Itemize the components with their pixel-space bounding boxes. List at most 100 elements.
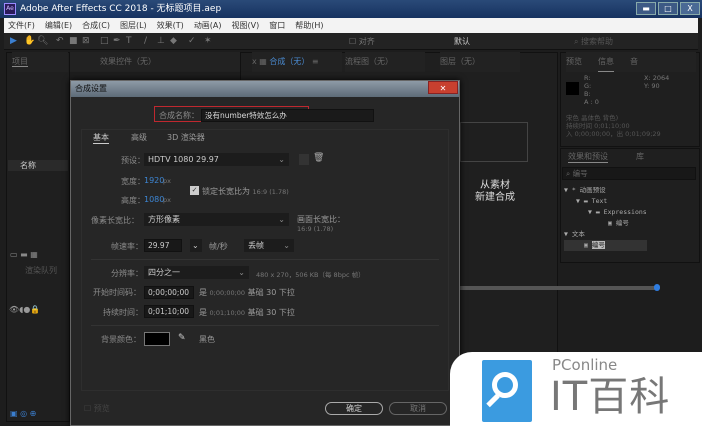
tab-3d-renderer[interactable]: 3D 渲染器 — [167, 132, 205, 143]
ok-button[interactable]: 确定 — [325, 402, 383, 415]
minimize-button[interactable]: ▬ — [636, 2, 656, 15]
new-comp-from-footage[interactable]: 从素材 新建合成 — [465, 180, 525, 204]
save-preset-icon[interactable] — [299, 154, 309, 165]
project-tab[interactable]: 项目 — [12, 52, 68, 72]
bg-color-swatch[interactable] — [144, 332, 170, 346]
resolution-label: 分辨率： — [111, 269, 143, 278]
info-pulldown: 下拉 — [278, 288, 295, 297]
comp-name-input[interactable]: 没有number特效怎么办 — [201, 109, 374, 122]
tab-preview[interactable]: 预览 — [566, 52, 582, 72]
text-icon[interactable]: T — [126, 36, 136, 46]
pan-icon[interactable]: ⊠ — [82, 36, 92, 46]
puppet-icon[interactable]: ✶ — [204, 36, 214, 46]
menu-composition[interactable]: 合成(C) — [82, 18, 110, 33]
resolution-info: 480 x 270，506 KB（每 8bpc 帧） — [256, 271, 365, 279]
lock-aspect-checkbox[interactable]: ✓ — [190, 186, 199, 195]
stamp-icon[interactable]: ⊥ — [157, 36, 167, 46]
resolution-dropdown[interactable]: 四分之一 ⌄ — [144, 266, 249, 279]
chevron-down-icon: ⌄ — [278, 155, 285, 164]
eraser-icon[interactable]: ◆ — [170, 36, 180, 46]
menu-file[interactable]: 文件(F) — [8, 18, 35, 33]
time-indicator-handle[interactable] — [654, 284, 660, 291]
start-timecode-label: 开始时间码： — [93, 288, 141, 297]
pen-icon[interactable]: ✒ — [113, 36, 123, 46]
fps-input[interactable]: 29.97 — [144, 239, 182, 252]
tree-label: 编号 — [591, 241, 605, 249]
title-bar: Adobe After Effects CC 2018 - 无标题项目.aep — [0, 0, 702, 18]
r-value: R: — [584, 74, 591, 82]
menu-animation[interactable]: 动画(A) — [194, 18, 222, 33]
tab-effects-presets[interactable]: 效果和预设 — [568, 151, 608, 163]
width-label: 宽度： — [121, 177, 145, 186]
tab-advanced[interactable]: 高级 — [131, 132, 147, 143]
tree-item[interactable]: ▣ 编号 — [564, 240, 647, 251]
brush-icon[interactable]: / — [144, 36, 154, 46]
tree-item[interactable]: ▼ ▬ Expressions — [564, 207, 647, 218]
effects-search-input[interactable]: ⌕ 编号 — [562, 167, 696, 180]
camera-icon[interactable]: ■ — [69, 36, 79, 46]
tree-label: 文本 — [571, 230, 585, 238]
search-help[interactable]: ⌕ 搜索帮助 — [574, 36, 613, 47]
maximize-button[interactable]: □ — [658, 2, 678, 15]
tab-library[interactable]: 库 — [636, 151, 644, 163]
render-queue-tab[interactable]: 渲染队列 — [25, 265, 57, 276]
b-value: B: — [584, 90, 591, 98]
start-timecode-input[interactable]: 0;00;00;00 — [144, 286, 194, 299]
composition-tab[interactable]: x ▦ 合成（无） ≡ — [252, 52, 342, 72]
menu-view[interactable]: 视图(V) — [232, 18, 260, 33]
tab-audio[interactable]: 音 — [630, 52, 638, 72]
frame-aspect-value: 16:9 (1.78) — [297, 225, 334, 233]
delete-preset-icon[interactable]: 🗑︎ — [313, 153, 324, 163]
dialog-close-button[interactable]: ✕ — [428, 81, 458, 94]
timeline-scrollbar[interactable] — [460, 286, 658, 290]
info-time: 0;00;00;00 — [209, 289, 246, 297]
project-footer-icons[interactable]: ▭ ▬ ▦ — [10, 250, 38, 259]
preset-dropdown[interactable]: HDTV 1080 29.97 ⌄ — [144, 153, 289, 166]
chevron-down-icon: ⌄ — [278, 215, 285, 224]
menu-help[interactable]: 帮助(H) — [295, 18, 323, 33]
menu-edit[interactable]: 编辑(E) — [45, 18, 72, 33]
tree-item[interactable]: ▼ 文本 — [564, 229, 647, 240]
tree-item[interactable]: ▼ ▬ Text — [564, 196, 647, 207]
preview-checkbox[interactable]: ☐ 预览 — [84, 403, 110, 414]
timeline-footer-icons[interactable]: ▣ ◎ ⊕ — [10, 409, 36, 418]
rotate-icon[interactable]: ↶ — [56, 36, 66, 46]
effects-controls-tab[interactable]: 效果控件（无） — [70, 52, 240, 72]
lock-ratio: 16:9 (1.78) — [252, 188, 289, 196]
close-window-button[interactable]: X — [680, 2, 700, 15]
selection-icon[interactable]: ▶ — [10, 36, 20, 46]
info-note: 宋色 晶体色 背色) — [566, 114, 619, 122]
drop-frame-dropdown[interactable]: 丢帧 ⌄ — [244, 239, 294, 252]
height-label: 高度： — [121, 196, 145, 205]
bg-color-label: 背景颜色： — [101, 335, 141, 344]
snap-checkbox[interactable]: ☐ 对齐 — [349, 36, 375, 47]
comp-name-label: 合成名称： — [159, 111, 199, 120]
fps-unit: 帧/秒 — [209, 242, 228, 251]
rect-icon[interactable]: □ — [100, 36, 110, 46]
cancel-button[interactable]: 取消 — [389, 402, 447, 415]
menu-effect[interactable]: 效果(T) — [157, 18, 184, 33]
zoom-icon[interactable]: 🔍︎ — [37, 36, 48, 46]
menu-layer[interactable]: 图层(L) — [120, 18, 147, 33]
hand-icon[interactable]: ✋ — [24, 36, 35, 46]
tree-item[interactable]: ▣ 编号 — [564, 218, 647, 229]
menu-window[interactable]: 窗口 — [269, 18, 285, 33]
roto-icon[interactable]: ✓ — [188, 36, 198, 46]
resolution-value: 四分之一 — [148, 268, 180, 277]
flowchart-tab[interactable]: 流程图（无） — [345, 52, 425, 72]
height-value[interactable]: 1080 — [144, 195, 164, 204]
width-value[interactable]: 1920 — [144, 176, 164, 185]
duration-input[interactable]: 0;01;10;00 — [144, 305, 194, 318]
tree-item[interactable]: ▼ * 动画预设 — [564, 185, 647, 196]
tab-info[interactable]: 信息 — [598, 52, 614, 72]
column-name[interactable]: 名称 — [8, 160, 68, 171]
duration-label: 持续时间： — [103, 308, 143, 317]
tab-basic[interactable]: 基本 — [93, 132, 109, 144]
pixel-aspect-value: 方形像素 — [148, 215, 180, 224]
layer-tab[interactable]: 图层（无） — [440, 52, 520, 72]
height-unit: px — [163, 196, 171, 204]
fps-dropdown[interactable]: ⌄ — [190, 239, 202, 252]
workspace-default[interactable]: 默认 — [454, 36, 470, 47]
pixel-aspect-dropdown[interactable]: 方形像素 ⌄ — [144, 213, 289, 226]
eyedropper-icon[interactable]: ✎ — [178, 333, 186, 343]
